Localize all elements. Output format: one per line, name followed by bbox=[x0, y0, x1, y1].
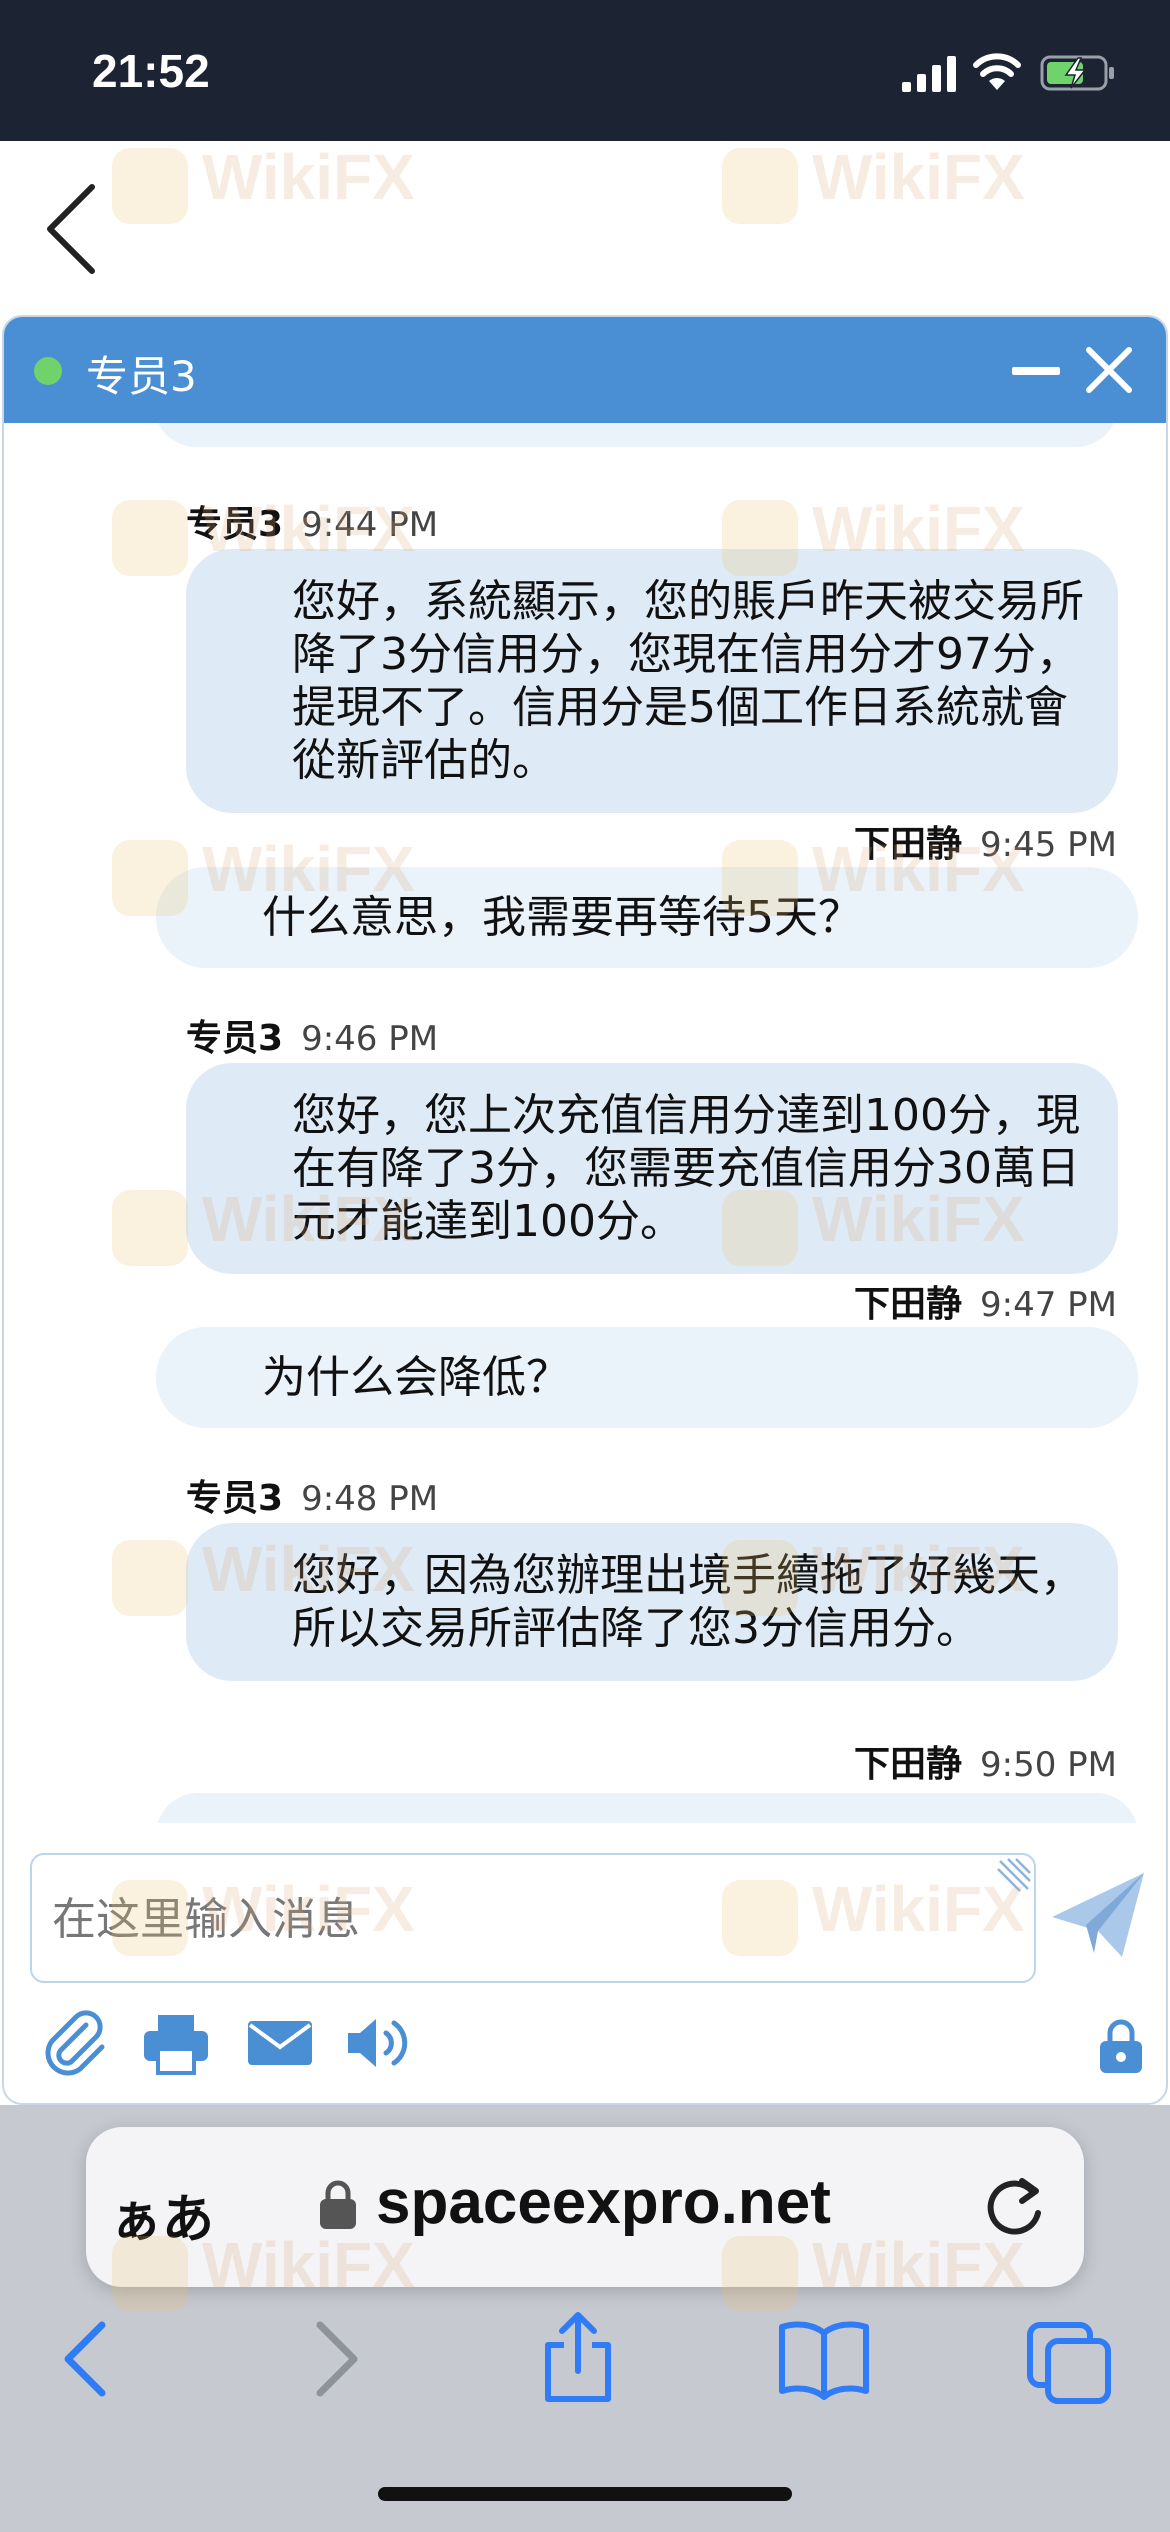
message-sender: 下田静 bbox=[854, 824, 963, 865]
resize-grip-icon[interactable] bbox=[994, 1855, 1034, 1895]
attachment-icon[interactable] bbox=[40, 2007, 112, 2079]
user-message-bubble: 为什么会降低？ bbox=[156, 1327, 1138, 1428]
home-indicator bbox=[378, 2487, 792, 2501]
message-sender: 专员3 bbox=[186, 1478, 284, 1519]
message-header: 下田静 9:45 PM bbox=[854, 815, 1117, 867]
message-time: 9:45 PM bbox=[980, 825, 1118, 865]
online-status-dot bbox=[34, 357, 62, 385]
user-message-bubble: 什么意思，我需要再等待5天？ bbox=[156, 867, 1138, 968]
message-header: 专员3 9:48 PM bbox=[186, 1469, 438, 1521]
message-sender: 下田静 bbox=[854, 1284, 963, 1325]
close-icon[interactable] bbox=[1084, 345, 1134, 395]
address-bar[interactable]: ぁあ spaceexpro.net bbox=[86, 2127, 1084, 2287]
print-icon[interactable] bbox=[140, 2007, 212, 2079]
message-sender: 下田静 bbox=[854, 1744, 963, 1785]
message-text: 为什么会降低？ bbox=[262, 1352, 570, 1403]
message-header: 下田静 9:47 PM bbox=[854, 1275, 1117, 1327]
chat-window: 专员3 专员3 9:44 PM 您好，系統顯示，您的賬戶昨天被交易所降了3分信用分… bbox=[2, 315, 1168, 2105]
message-header: 下田静 9:50 PM bbox=[854, 1735, 1117, 1787]
sound-icon[interactable] bbox=[342, 2007, 414, 2079]
back-chevron-icon[interactable] bbox=[40, 181, 100, 277]
send-icon[interactable] bbox=[1048, 1867, 1148, 1963]
share-icon[interactable] bbox=[540, 2311, 616, 2407]
agent-name: 专员3 bbox=[86, 352, 197, 401]
message-text: 您好，系統顯示，您的賬戶昨天被交易所降了3分信用分，您現在信用分才97分，提現不… bbox=[292, 576, 1084, 786]
back-arrow-icon[interactable] bbox=[60, 2311, 110, 2407]
secure-lock-icon bbox=[320, 2180, 356, 2229]
user-message-bubble-partial bbox=[156, 1793, 1138, 1823]
message-sender: 专员3 bbox=[186, 504, 284, 545]
url-text[interactable]: spaceexpro.net bbox=[376, 2167, 831, 2238]
tabs-icon[interactable] bbox=[1024, 2311, 1114, 2407]
chat-header: 专员3 bbox=[4, 317, 1166, 423]
message-text: 您好，您上次充值信用分達到100分，現在有降了3分，您需要充值信用分30萬日元才… bbox=[292, 1090, 1080, 1247]
message-time: 9:47 PM bbox=[980, 1285, 1118, 1325]
bookmarks-icon[interactable] bbox=[776, 2311, 872, 2407]
status-time: 21:52 bbox=[92, 45, 210, 97]
message-header: 专员3 9:46 PM bbox=[186, 1009, 438, 1061]
message-bubble-partial bbox=[154, 423, 1118, 447]
minimize-button[interactable] bbox=[1012, 367, 1060, 375]
message-composer bbox=[30, 1853, 1036, 1983]
message-time: 9:44 PM bbox=[301, 505, 439, 545]
message-time: 9:48 PM bbox=[301, 1479, 439, 1519]
agent-message-bubble: 您好，您上次充值信用分達到100分，現在有降了3分，您需要充值信用分30萬日元才… bbox=[186, 1063, 1118, 1274]
message-sender: 专员3 bbox=[186, 1018, 284, 1059]
message-text: 什么意思，我需要再等待5天？ bbox=[262, 892, 862, 943]
agent-message-bubble: 您好，系統顯示，您的賬戶昨天被交易所降了3分信用分，您現在信用分才97分，提現不… bbox=[186, 549, 1118, 813]
message-input[interactable] bbox=[52, 1889, 992, 1949]
forward-arrow-icon[interactable] bbox=[312, 2311, 362, 2407]
agent-message-bubble: 您好，因為您辦理出境手續拖了好幾天，所以交易所評估降了您3分信用分。 bbox=[186, 1523, 1118, 1681]
status-bar: 21:52 bbox=[0, 0, 1170, 141]
message-text: 您好，因為您辦理出境手續拖了好幾天，所以交易所評估降了您3分信用分。 bbox=[292, 1550, 1084, 1654]
lock-icon[interactable] bbox=[1098, 2017, 1144, 2075]
battery-charging-icon bbox=[1040, 55, 1114, 91]
message-time: 9:50 PM bbox=[980, 1745, 1118, 1785]
message-header: 专员3 9:44 PM bbox=[186, 495, 438, 547]
message-time: 9:46 PM bbox=[301, 1019, 439, 1059]
page-header bbox=[0, 141, 1170, 315]
cellular-signal-icon bbox=[902, 56, 956, 92]
browser-toolbar: ぁあ spaceexpro.net bbox=[0, 2105, 1170, 2532]
reload-icon[interactable] bbox=[982, 2173, 1048, 2241]
text-size-button[interactable]: ぁあ bbox=[110, 2177, 214, 2252]
message-list[interactable]: 专员3 9:44 PM 您好，系統顯示，您的賬戶昨天被交易所降了3分信用分，您現在… bbox=[4, 423, 1166, 1823]
wifi-icon bbox=[973, 53, 1021, 90]
email-icon[interactable] bbox=[244, 2007, 316, 2079]
